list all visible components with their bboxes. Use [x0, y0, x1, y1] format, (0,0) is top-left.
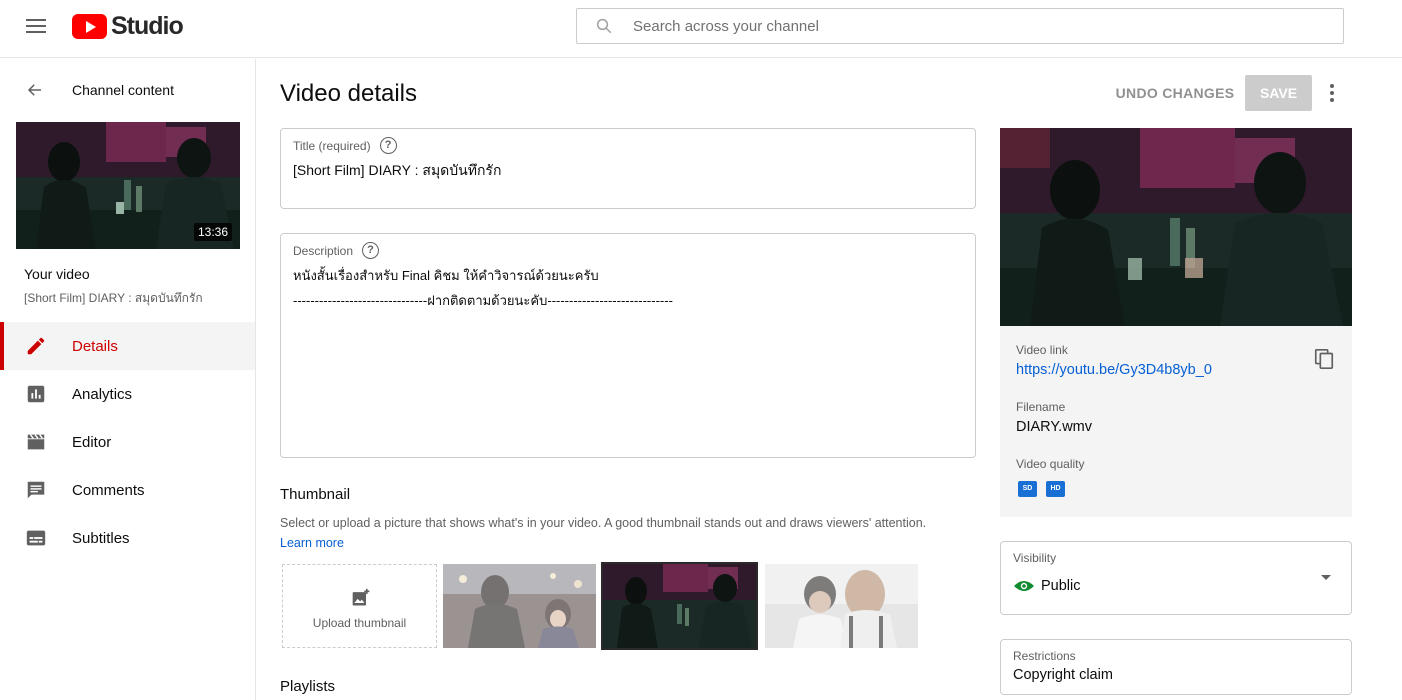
description-field-label: Description — [293, 243, 354, 258]
sidebar-nav: Details Analytics Editor Comments Subtit… — [0, 322, 255, 562]
sidebar-item-label: Editor — [72, 434, 112, 451]
thumbnail-option-selected[interactable] — [601, 562, 758, 650]
logo-text: Studio — [111, 11, 184, 40]
filename-label: Filename — [1016, 400, 1066, 414]
copy-icon[interactable] — [1313, 347, 1335, 371]
back-label: Channel content — [72, 82, 174, 98]
restrictions-value: Copyright claim — [1013, 667, 1113, 683]
top-app-bar: Studio — [0, 0, 1402, 58]
eye-icon — [1014, 581, 1034, 591]
back-arrow-icon — [27, 84, 41, 96]
visibility-label: Visibility — [1013, 551, 1057, 565]
upload-thumbnail-button[interactable]: Upload thumbnail — [282, 564, 437, 648]
restrictions-field[interactable]: Restrictions Copyright claim — [1000, 639, 1352, 695]
thumbnail-option[interactable] — [443, 564, 596, 648]
video-duration: 13:36 — [193, 223, 232, 241]
search-input[interactable] — [633, 9, 1333, 43]
add-photo-icon — [352, 588, 370, 606]
sidebar-item-label: Subtitles — [72, 530, 130, 547]
thumbnail-image — [443, 564, 596, 648]
sidebar-item-label: Analytics — [72, 386, 133, 403]
thumbnail-option[interactable] — [765, 564, 918, 648]
more-options-icon[interactable] — [1324, 82, 1340, 104]
search-box[interactable] — [576, 8, 1344, 44]
sidebar-item-editor[interactable]: Editor — [0, 418, 255, 466]
filename-value: DIARY.wmv — [1016, 419, 1093, 435]
back-to-channel-content[interactable]: Channel content — [0, 73, 255, 107]
sidebar-item-analytics[interactable]: Analytics — [0, 370, 255, 418]
description-field[interactable]: Description ? หนังสั้นเรื่องสำหรับ Final… — [280, 233, 976, 458]
analytics-icon — [27, 385, 45, 403]
description-line[interactable]: -------------------------------ฝากติดตาม… — [293, 290, 673, 311]
visibility-dropdown[interactable]: Visibility Public — [1000, 541, 1352, 615]
sidebar-item-details[interactable]: Details — [0, 322, 255, 370]
title-field-label: Title (required) — [293, 138, 371, 153]
thumbnail-description: Select or upload a picture that shows wh… — [280, 516, 927, 530]
video-thumbnail[interactable]: 13:36 — [16, 122, 240, 249]
video-preview-player[interactable] — [1000, 128, 1352, 326]
clapperboard-icon — [27, 434, 45, 450]
menu-icon[interactable] — [26, 18, 46, 34]
studio-logo[interactable]: Studio — [72, 11, 184, 40]
sidebar-item-subtitles[interactable]: Subtitles — [0, 514, 255, 562]
sidebar-item-label: Details — [72, 338, 118, 355]
undo-changes-button[interactable]: UNDO CHANGES — [1112, 75, 1238, 111]
video-quality-label: Video quality — [1016, 457, 1085, 471]
comment-icon — [27, 481, 45, 499]
your-video-label: Your video — [24, 266, 90, 282]
description-line[interactable]: หนังสั้นเรื่องสำหรับ Final คิชม ให้คำวิจ… — [293, 265, 599, 286]
pencil-icon — [27, 337, 45, 355]
video-link[interactable]: https://youtu.be/Gy3D4b8yb_0 — [1016, 362, 1212, 378]
learn-more-link[interactable]: Learn more — [280, 536, 344, 550]
thumbnail-image — [765, 564, 918, 648]
title-field-value[interactable]: [Short Film] DIARY : สมุดบันทึกรัก — [293, 160, 501, 182]
sidebar-item-label: Comments — [72, 482, 145, 499]
chevron-down-icon — [1321, 575, 1331, 580]
hd-badge: HD — [1046, 481, 1065, 497]
sidebar: Channel content 13:36 Your video [Short … — [0, 59, 256, 700]
sidebar-item-comments[interactable]: Comments — [0, 466, 255, 514]
restrictions-label: Restrictions — [1013, 649, 1076, 663]
visibility-value: Public — [1041, 578, 1081, 594]
upload-thumbnail-label: Upload thumbnail — [312, 616, 407, 630]
description-field-label-row: Description ? — [293, 242, 380, 259]
subtitles-icon — [26, 530, 46, 546]
your-video-title: [Short Film] DIARY : สมุดบันทึกรัก — [24, 291, 203, 305]
thumbnail-heading: Thumbnail — [280, 486, 351, 503]
search-icon — [596, 18, 612, 34]
video-link-label: Video link — [1016, 343, 1068, 357]
playlists-heading: Playlists — [280, 678, 336, 695]
help-icon[interactable]: ? — [362, 242, 380, 259]
help-icon[interactable]: ? — [379, 137, 397, 154]
page-title: Video details — [280, 80, 417, 107]
title-field-label-row: Title (required) ? — [293, 137, 397, 154]
video-info-card: Video link https://youtu.be/Gy3D4b8yb_0 … — [1000, 326, 1352, 517]
sd-badge: SD — [1018, 481, 1037, 497]
thumbnail-image — [603, 564, 756, 648]
youtube-play-icon — [72, 13, 107, 39]
video-preview-image — [1000, 128, 1352, 326]
title-field[interactable]: Title (required) ? [Short Film] DIARY : … — [280, 128, 976, 209]
save-button[interactable]: SAVE — [1245, 75, 1312, 111]
